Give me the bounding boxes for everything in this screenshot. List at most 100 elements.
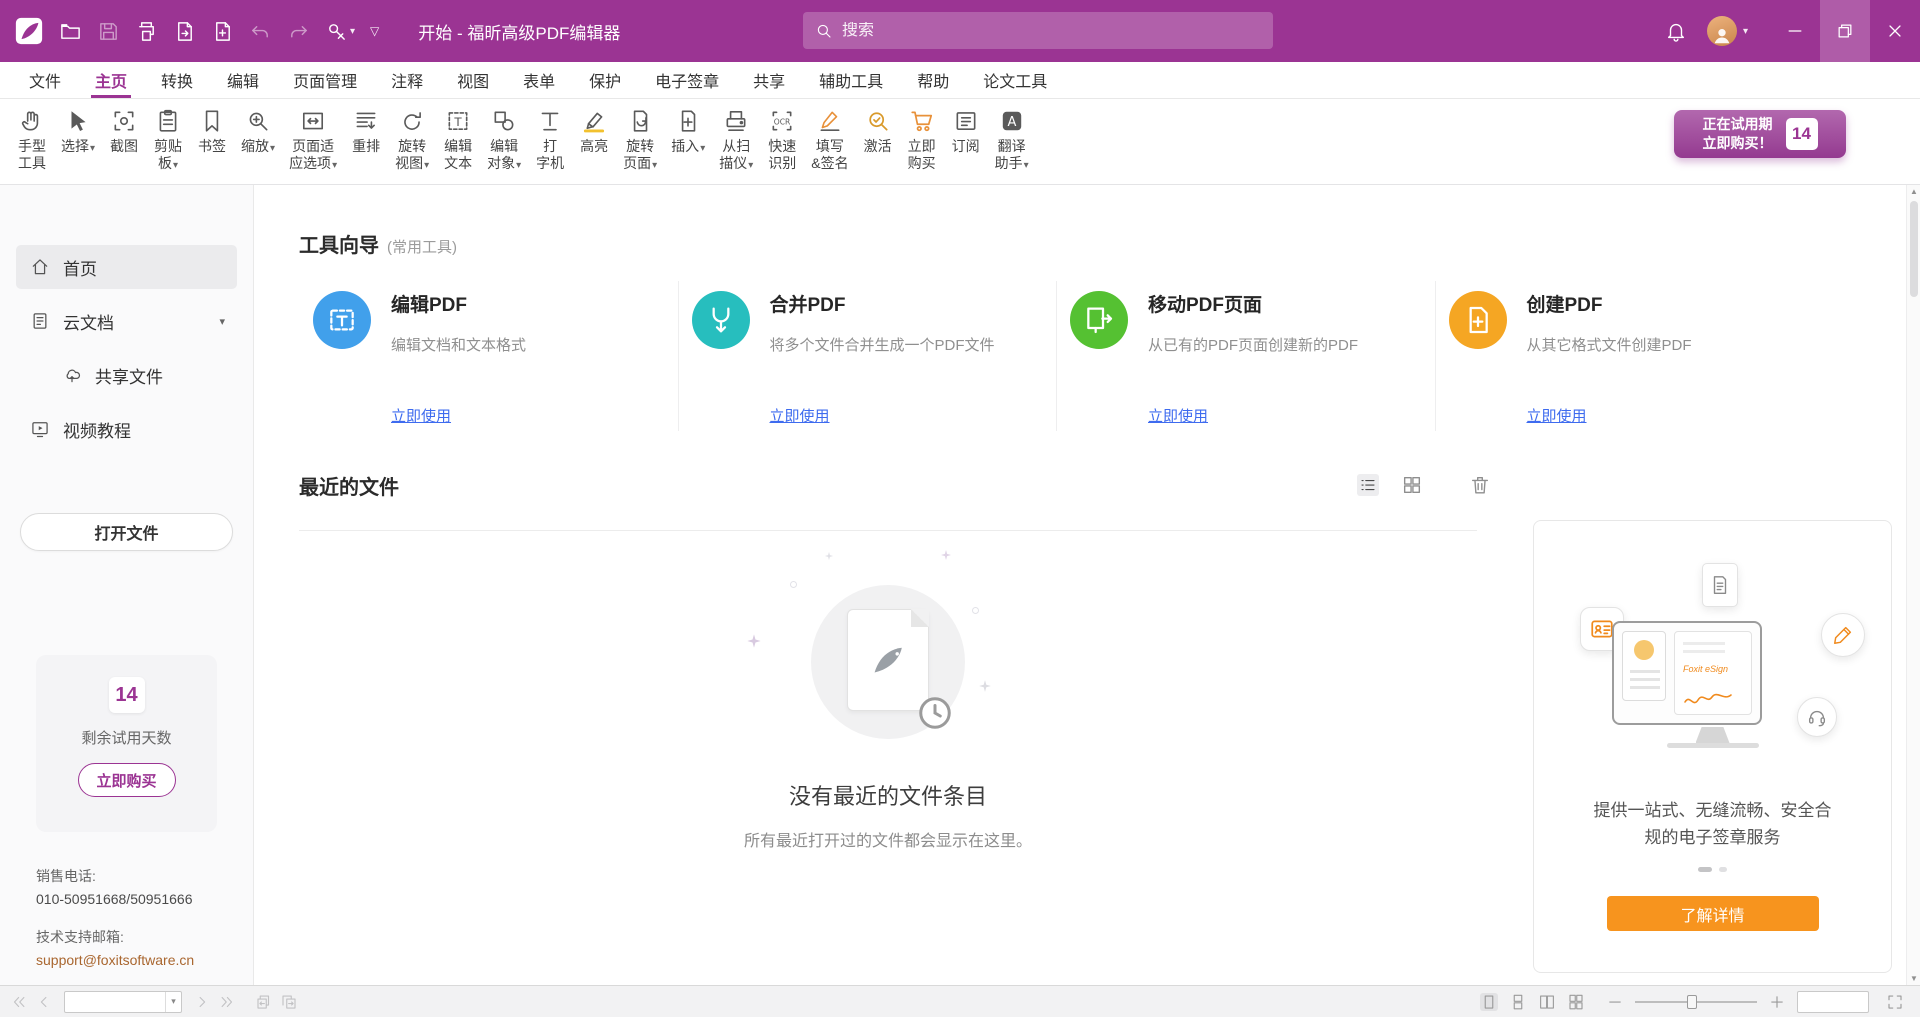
menu-item-编辑[interactable]: 编辑 — [210, 62, 276, 98]
avatar[interactable] — [1707, 16, 1737, 46]
ribbon-打字机[interactable]: 打 字机 — [528, 108, 572, 172]
menu-item-页面管理[interactable]: 页面管理 — [276, 62, 374, 98]
scroll-down-icon[interactable]: ▼ — [1907, 974, 1920, 983]
page-dropdown-icon[interactable]: ▾ — [165, 992, 181, 1012]
facing-view-icon[interactable] — [1538, 993, 1556, 1011]
ribbon-立即购买[interactable]: 立即 购买 — [900, 108, 944, 172]
tool-card-创建PDF[interactable]: 创建PDF从其它格式文件创建PDF立即使用 — [1435, 277, 1814, 455]
continuous-view-icon[interactable] — [1509, 993, 1527, 1011]
zoom-in-icon[interactable] — [1768, 993, 1786, 1011]
support-email-link[interactable]: support@foxitsoftware.cn — [36, 949, 194, 971]
menu-item-保护[interactable]: 保护 — [572, 62, 638, 98]
next-page-icon[interactable] — [193, 993, 211, 1011]
tool-card-移动PDF页面[interactable]: 移动PDF页面从已有的PDF页面创建新的PDF立即使用 — [1056, 277, 1435, 455]
use-now-link[interactable]: 立即使用 — [391, 405, 451, 426]
open-folder-icon[interactable] — [59, 20, 82, 43]
ribbon-激活[interactable]: 激活 — [856, 108, 900, 155]
first-page-icon[interactable] — [10, 993, 28, 1011]
zoom-slider[interactable] — [1635, 1001, 1757, 1003]
export-pdf-icon[interactable] — [173, 20, 196, 43]
open-file-button[interactable]: 打开文件 — [20, 513, 233, 551]
ribbon-高亮[interactable]: 高亮 — [572, 108, 616, 155]
previous-view-icon[interactable] — [255, 993, 273, 1011]
quick-sign-button[interactable]: ▾ — [325, 20, 355, 43]
sidebar-item-shared-files[interactable]: 共享文件 — [48, 353, 237, 397]
ribbon-书签[interactable]: 书签 — [190, 108, 234, 155]
ribbon-编辑对象[interactable]: 编辑 对象▾ — [480, 108, 528, 172]
create-pdf-icon[interactable] — [211, 20, 234, 43]
list-view-icon[interactable] — [1357, 474, 1379, 496]
redo-icon[interactable] — [287, 20, 310, 43]
use-now-link[interactable]: 立即使用 — [1527, 405, 1587, 426]
ribbon-快速识别[interactable]: OCR快速 识别 — [760, 108, 804, 172]
grid-view-icon[interactable] — [1401, 474, 1423, 496]
vertical-scrollbar[interactable]: ▲ ▼ — [1906, 185, 1920, 985]
ribbon-剪贴板[interactable]: 剪贴 板▾ — [146, 108, 190, 172]
menu-item-论文工具[interactable]: 论文工具 — [966, 62, 1064, 98]
menu-item-文件[interactable]: 文件 — [12, 62, 78, 98]
chevron-down-icon[interactable]: ▾ — [219, 315, 225, 328]
ribbon-页面适应选项[interactable]: 页面适 应选项▾ — [282, 108, 344, 172]
undo-icon[interactable] — [249, 20, 272, 43]
sidebar-item-cloud-docs[interactable]: 云文档 ▾ — [16, 299, 237, 343]
page-number-box[interactable]: ▾ — [64, 991, 182, 1013]
zoom-value-input[interactable] — [1798, 992, 1868, 1012]
zoom-out-icon[interactable] — [1606, 993, 1624, 1011]
fullscreen-icon[interactable] — [1886, 993, 1904, 1011]
buy-now-button[interactable]: 立即购买 — [78, 763, 176, 797]
ribbon-缩放[interactable]: 缩放▾ — [234, 108, 282, 155]
notifications-bell-icon[interactable] — [1665, 20, 1687, 42]
ribbon-旋转页面[interactable]: 旋转 页面▾ — [616, 108, 664, 172]
scroll-up-icon[interactable]: ▲ — [1907, 187, 1920, 196]
learn-more-button[interactable]: 了解详情 — [1607, 896, 1819, 931]
scrollbar-thumb[interactable] — [1910, 201, 1918, 297]
print-icon[interactable] — [135, 20, 158, 43]
save-icon[interactable] — [97, 20, 120, 43]
ribbon-订阅[interactable]: 订阅 — [944, 108, 988, 155]
carousel-dot[interactable] — [1719, 867, 1727, 872]
menu-item-共享[interactable]: 共享 — [736, 62, 802, 98]
ribbon-旋转视图[interactable]: 旋转 视图▾ — [388, 108, 436, 172]
clear-recent-trash-icon[interactable] — [1469, 474, 1491, 496]
last-page-icon[interactable] — [218, 993, 236, 1011]
sidebar-item-home[interactable]: 首页 — [16, 245, 237, 289]
account-dropdown-icon[interactable]: ▾ — [1743, 26, 1748, 37]
toolbar-collapse-icon[interactable]: ▽ — [370, 24, 379, 38]
use-now-link[interactable]: 立即使用 — [770, 405, 830, 426]
menu-item-主页[interactable]: 主页 — [78, 62, 144, 98]
search-input[interactable] — [842, 22, 1261, 40]
ribbon-截图[interactable]: 截图 — [102, 108, 146, 155]
previous-page-icon[interactable] — [35, 993, 53, 1011]
tool-card-合并PDF[interactable]: 合并PDF将多个文件合并生成一个PDF文件立即使用 — [678, 277, 1057, 455]
close-button[interactable] — [1870, 0, 1920, 62]
menu-item-辅助工具[interactable]: 辅助工具 — [802, 62, 900, 98]
menu-item-视图[interactable]: 视图 — [440, 62, 506, 98]
tool-card-编辑PDF[interactable]: 编辑PDF编辑文档和文本格式立即使用 — [299, 277, 678, 455]
next-view-icon[interactable] — [280, 993, 298, 1011]
ribbon-重排[interactable]: 重排 — [344, 108, 388, 155]
zoom-slider-thumb[interactable] — [1687, 995, 1697, 1009]
minimize-button[interactable] — [1770, 0, 1820, 62]
carousel-dot-active[interactable] — [1698, 867, 1712, 872]
menu-item-注释[interactable]: 注释 — [374, 62, 440, 98]
ribbon-选择[interactable]: 选择▾ — [54, 108, 102, 155]
menu-item-电子签章[interactable]: 电子签章 — [638, 62, 736, 98]
menu-item-表单[interactable]: 表单 — [506, 62, 572, 98]
zoom-value-box[interactable] — [1797, 991, 1869, 1013]
restore-button[interactable] — [1820, 0, 1870, 62]
page-number-input[interactable] — [65, 992, 165, 1012]
ribbon-手型工具[interactable]: 手型 工具 — [10, 108, 54, 172]
sidebar-item-video-tutorials[interactable]: 视频教程 — [16, 407, 237, 451]
single-page-view-icon[interactable] — [1480, 993, 1498, 1011]
ribbon-编辑文本[interactable]: T编辑 文本 — [436, 108, 480, 172]
trial-buy-badge[interactable]: 正在试用期 立即购买！ 14 — [1674, 110, 1846, 158]
facing-continuous-view-icon[interactable] — [1567, 993, 1585, 1011]
menu-item-帮助[interactable]: 帮助 — [900, 62, 966, 98]
menu-item-转换[interactable]: 转换 — [144, 62, 210, 98]
search-box[interactable] — [803, 12, 1273, 49]
ribbon-翻译助手[interactable]: A翻译 助手▾ — [988, 108, 1036, 172]
ribbon-从扫描仪[interactable]: 从扫 描仪▾ — [712, 108, 760, 172]
ribbon-插入[interactable]: 插入▾ — [664, 108, 712, 155]
use-now-link[interactable]: 立即使用 — [1148, 405, 1208, 426]
ribbon-填写&签名[interactable]: 填写 &签名 — [804, 108, 855, 172]
